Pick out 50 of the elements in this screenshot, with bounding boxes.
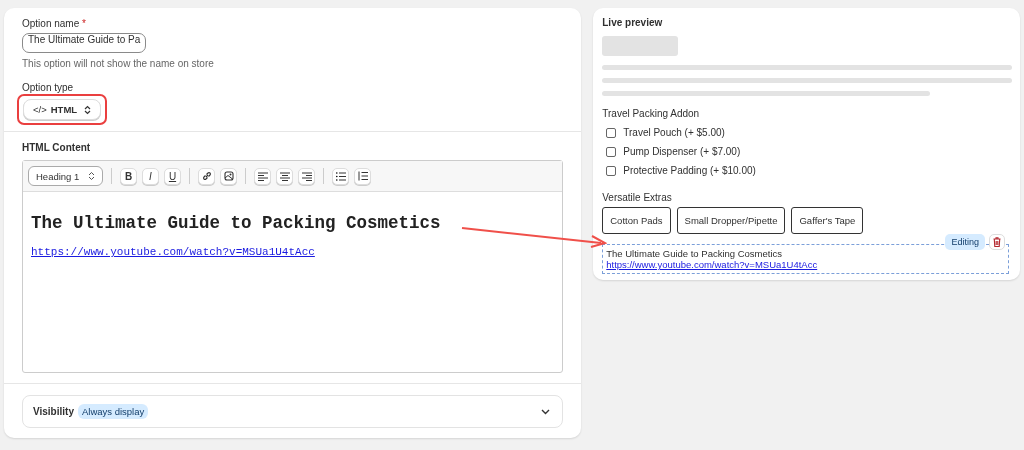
align-button[interactable] <box>276 167 293 185</box>
editor-heading: The Ultimate Guide to Packing Cosmetics <box>31 213 442 233</box>
align-button[interactable] <box>254 167 271 185</box>
option-name-field[interactable]: The Ultimate Guide to Pa <box>22 33 147 53</box>
chevron-updown-icon <box>88 171 95 181</box>
block-format-select[interactable]: Heading 1 <box>28 166 103 186</box>
field-label: Option name <box>22 18 80 29</box>
checkbox-option[interactable]: Pump Dispenser (+ $7.00) <box>606 142 1014 161</box>
image-button[interactable] <box>220 167 237 185</box>
option-button[interactable]: Small Dropper/Pipette <box>676 207 786 234</box>
option-type-select[interactable]: </> HTML <box>23 99 102 120</box>
section-title: HTML Content <box>22 142 92 153</box>
bullet-list-button[interactable] <box>332 167 349 185</box>
group-title: Travel Packing Addon <box>602 108 701 119</box>
bullet-list-icon <box>335 171 346 181</box>
numbered-list-button[interactable] <box>354 167 371 185</box>
status-badge: Always display <box>77 404 149 419</box>
checkbox[interactable] <box>606 165 617 176</box>
align-button[interactable] <box>298 167 315 185</box>
link-icon <box>201 171 212 181</box>
video-link[interactable]: https://www.youtube.com/watch?v=MSUa1U4tAcc <box>31 246 315 258</box>
align-center-icon <box>279 171 290 181</box>
field-label: Option type <box>22 82 75 93</box>
format-button[interactable]: B <box>120 167 137 185</box>
help-text: This option will not show the name on store <box>22 58 215 69</box>
format-button[interactable]: U <box>164 167 181 185</box>
visibility-label: Visibility <box>33 406 74 417</box>
status-badge: Editing <box>945 234 985 250</box>
required-mark: * <box>82 18 86 29</box>
video-link[interactable]: https://www.youtube.com/watch?v=MSUa1U4tAcc <box>606 259 818 270</box>
checkbox[interactable] <box>606 127 617 138</box>
editor-box[interactable]: Heading 1 B I U The Ultimate Guide to Packing Cosmetics https://www.youtube.com/watch?v=MSUa1U4tAcc <box>22 160 564 373</box>
image-icon <box>223 171 234 181</box>
align-left-icon <box>257 171 268 181</box>
option-button[interactable]: Gaffer's Tape <box>791 207 864 234</box>
group-title: Versatile Extras <box>602 192 673 203</box>
chevron-updown-icon <box>84 104 92 115</box>
checkbox-option[interactable]: Travel Pouch (+ $5.00) <box>606 123 1014 142</box>
format-button[interactable]: I <box>142 167 159 185</box>
checkbox[interactable] <box>606 146 617 157</box>
checkbox-option[interactable]: Protective Padding (+ $10.00) <box>606 161 1014 180</box>
visibility-panel[interactable]: Visibility Always display <box>22 395 564 428</box>
trash-icon <box>993 237 1001 247</box>
link-button[interactable] <box>198 167 215 185</box>
delete-button[interactable] <box>989 234 1005 250</box>
numbered-list-icon <box>357 171 368 181</box>
block-text: The Ultimate Guide to Packing Cosmetics <box>606 248 784 259</box>
section-title: Live preview <box>602 17 664 28</box>
align-right-icon <box>301 171 312 181</box>
option-button[interactable]: Cotton Pads <box>602 207 671 234</box>
